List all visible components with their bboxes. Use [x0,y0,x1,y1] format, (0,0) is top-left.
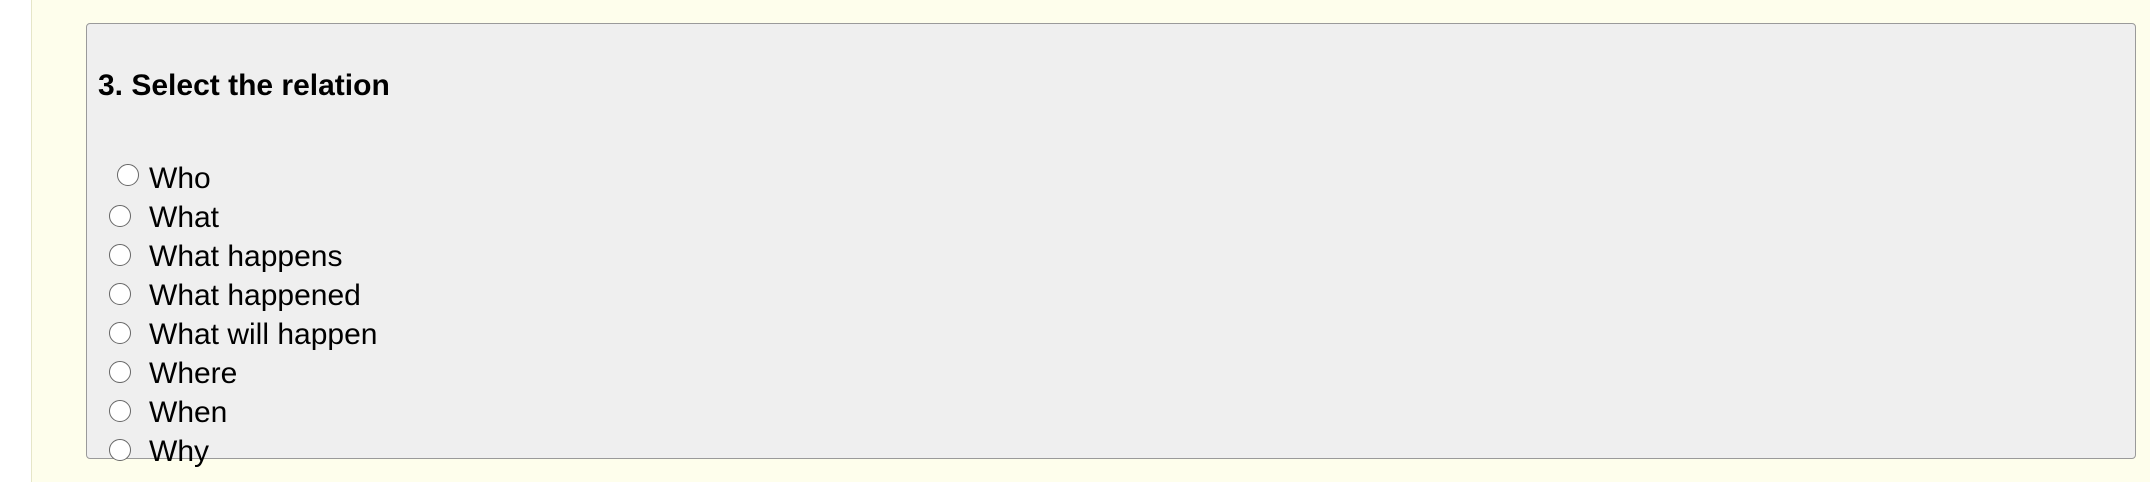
option-why[interactable]: Why [87,432,687,471]
option-what[interactable]: What [87,198,687,237]
option-label-what[interactable]: What [149,198,219,237]
radio-what-will-happen[interactable] [109,322,131,344]
question-box: 3. Select the relation Who What What hap… [86,23,2136,468]
radio-what-happened[interactable] [109,283,131,305]
radio-where[interactable] [109,361,131,383]
option-label-what-happens[interactable]: What happens [149,237,342,276]
radio-what[interactable] [109,205,131,227]
option-label-when[interactable]: When [149,393,227,432]
option-what-happens[interactable]: What happens [87,237,687,276]
option-label-what-happened[interactable]: What happened [149,276,361,315]
option-label-where[interactable]: Where [149,354,237,393]
radio-what-happens[interactable] [109,244,131,266]
option-what-happened[interactable]: What happened [87,276,687,315]
option-label-what-will-happen[interactable]: What will happen [149,315,377,354]
relation-options: Who What What happens What happened What… [87,24,2135,468]
option-who[interactable]: Who [87,159,687,198]
radio-when[interactable] [109,400,131,422]
option-when[interactable]: When [87,393,687,432]
option-what-will-happen[interactable]: What will happen [87,315,687,354]
option-where[interactable]: Where [87,354,687,393]
option-label-who[interactable]: Who [149,159,211,198]
radio-who[interactable] [117,164,139,186]
option-label-why[interactable]: Why [149,432,209,471]
page-background: 3. Select the relation Who What What hap… [31,0,2150,482]
radio-why[interactable] [109,439,131,461]
